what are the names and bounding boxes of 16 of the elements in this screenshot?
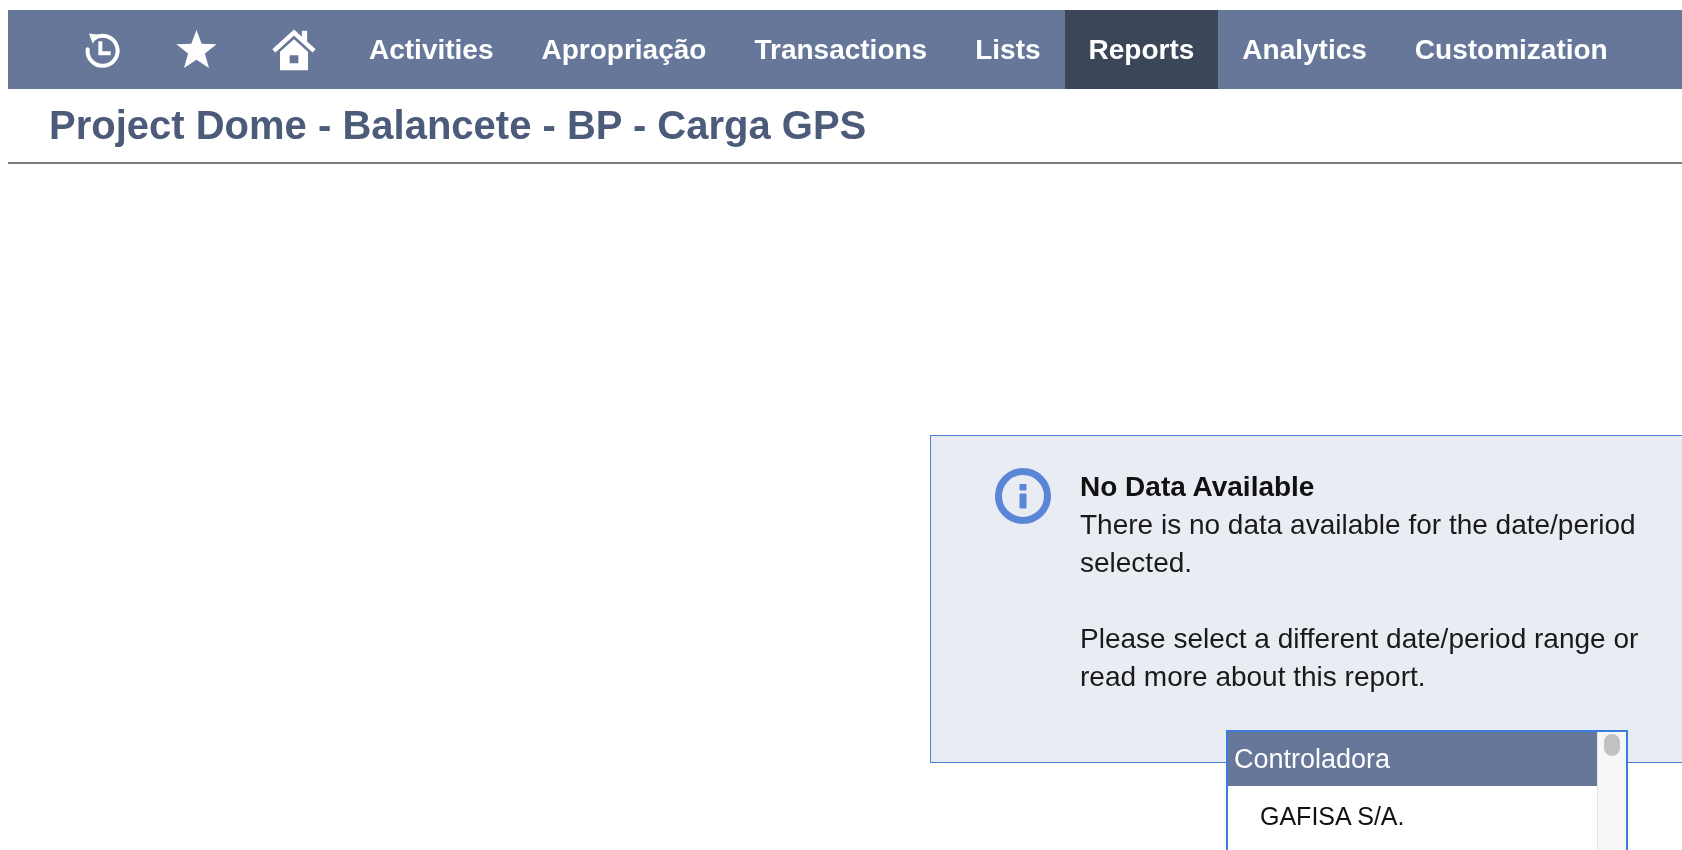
nav-tab[interactable]: Analytics — [1218, 10, 1391, 89]
home-icon — [271, 28, 317, 71]
nav-tab[interactable]: Apropriação — [517, 10, 731, 89]
notice-title: No Data Available — [1080, 470, 1316, 504]
page-title: Project Dome - Balancete - BP - Carga GPS — [49, 103, 867, 148]
notice-message: Please select a different date/period range or read more about this report. — [1080, 622, 1639, 694]
nav-tab[interactable]: Transactions — [730, 10, 952, 89]
dropdown-option[interactable]: Controladora — [1228, 732, 1597, 786]
nav-tab[interactable]: Customization — [1390, 10, 1632, 89]
nav-tab[interactable]: Reports — [1064, 10, 1219, 89]
nav-tab[interactable]: Lists — [951, 10, 1065, 89]
scrollbar-thumb[interactable] — [1604, 734, 1620, 756]
nav-tab[interactable]: Activities — [345, 10, 518, 89]
info-icon — [995, 468, 1051, 524]
notice-message: There is no data available for the date/period selected. — [1080, 508, 1637, 580]
star-icon — [175, 29, 218, 70]
